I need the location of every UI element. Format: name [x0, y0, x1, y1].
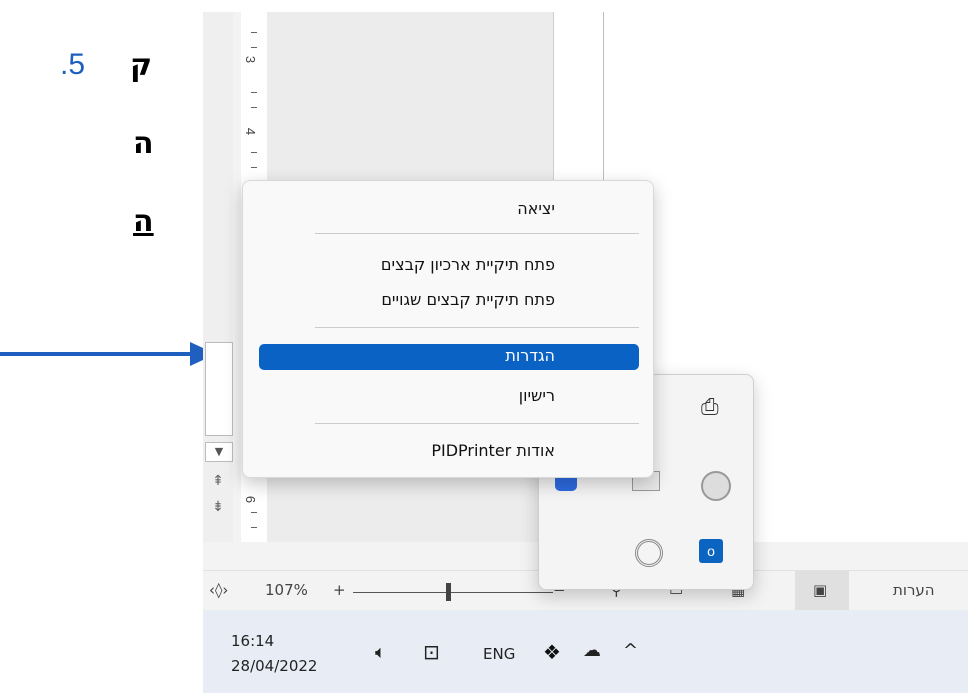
onedrive-icon[interactable]: ☁︎ [583, 640, 601, 661]
sync-icon[interactable] [701, 471, 731, 501]
zoom-level[interactable]: 107% [265, 581, 308, 599]
navigation-icon[interactable]: ‹◊› [209, 581, 228, 599]
ruler-label: 6 [243, 495, 259, 504]
menu-item-open-archive-folder[interactable]: פתח תיקיית ארכיון קבצים [381, 255, 555, 274]
ruler-label: 4 [243, 127, 259, 136]
step-number: .5 [60, 48, 86, 81]
usb-device-icon[interactable]: ⎙ [701, 395, 729, 423]
pointer-arrow-line [0, 352, 200, 356]
taskbar: 16:14 28/04/2022 🔈︎ ⊡ ENG ❖ ☁︎ ^ [203, 610, 968, 693]
menu-item-settings[interactable]: הגדרות [505, 346, 555, 365]
clock-date[interactable]: 28/04/2022 [231, 657, 317, 675]
ruler-label: 3 [243, 55, 259, 64]
volume-icon[interactable]: 🔈︎ [375, 642, 386, 663]
menu-separator [315, 327, 639, 328]
show-hidden-icons-chevron[interactable]: ^ [623, 640, 638, 661]
instruction-line-1: ק [130, 48, 153, 83]
instruction-line-3: ה [133, 204, 154, 239]
instruction-line-2: ה [133, 126, 154, 161]
page-nav-arrows[interactable]: ⇞ ⇟ [206, 468, 230, 520]
network-icon[interactable]: ⊡ [423, 640, 440, 664]
previous-page-icon[interactable]: ⇞ [206, 468, 230, 494]
clock-time[interactable]: 16:14 [231, 632, 274, 650]
zoom-slider-track[interactable] [353, 592, 553, 593]
menu-item-open-error-folder[interactable]: פתח תיקיית קבצים שגויים [381, 290, 555, 309]
cortana-icon[interactable] [635, 539, 663, 567]
dropbox-icon[interactable]: ❖ [543, 640, 561, 664]
print-layout-icon[interactable]: ▣ [813, 581, 827, 599]
next-page-icon[interactable]: ⇟ [206, 494, 230, 520]
menu-item-license[interactable]: רישיון [519, 386, 555, 405]
vertical-scrollbar[interactable] [203, 12, 233, 542]
language-indicator[interactable]: ENG [483, 645, 515, 663]
menu-separator [315, 233, 639, 234]
context-menu: יציאה פתח תיקיית ארכיון קבצים פתח תיקיית… [242, 180, 654, 478]
zoom-in-button[interactable]: + [333, 581, 346, 599]
zoom-slider-thumb[interactable] [446, 583, 451, 601]
menu-item-about[interactable]: אודות PIDPrinter [431, 441, 555, 460]
comments-button[interactable]: הערות [893, 581, 935, 599]
scrollbar-thumb[interactable] [205, 342, 233, 436]
menu-item-exit[interactable]: יציאה [517, 199, 555, 218]
menu-separator [315, 423, 639, 424]
scroll-down-arrow[interactable]: ▼ [205, 442, 233, 462]
menu-item-highlight [259, 344, 639, 370]
outlook-icon[interactable]: o [699, 539, 723, 563]
